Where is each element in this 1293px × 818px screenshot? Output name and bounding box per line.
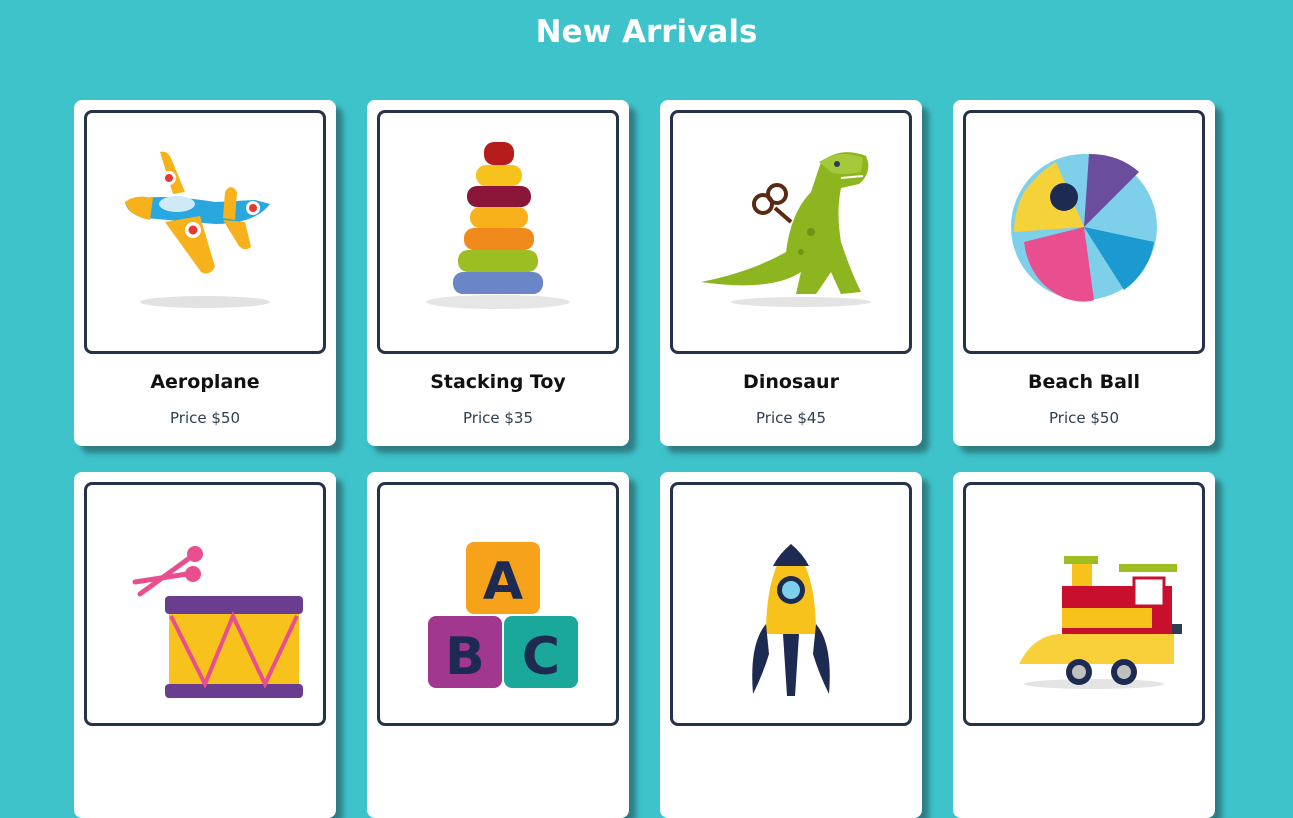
product-card-beach-ball[interactable]: Beach Ball Price $50 bbox=[953, 100, 1215, 446]
product-card-abc-blocks[interactable]: A B C bbox=[367, 472, 629, 818]
product-image-frame bbox=[963, 482, 1205, 726]
abc-blocks-icon: A B C bbox=[428, 542, 578, 688]
product-image-frame bbox=[963, 110, 1205, 354]
drum-icon bbox=[132, 546, 303, 698]
product-card-toy-train[interactable] bbox=[953, 472, 1215, 818]
page-title: New Arrivals bbox=[535, 14, 758, 50]
product-image-frame bbox=[670, 482, 912, 726]
product-image-frame bbox=[84, 482, 326, 726]
product-image-frame bbox=[84, 110, 326, 354]
svg-text:B: B bbox=[445, 627, 485, 687]
product-price: Price $50 bbox=[170, 409, 240, 427]
product-name: Stacking Toy bbox=[430, 371, 566, 393]
product-card-aeroplane[interactable]: Aeroplane Price $50 bbox=[74, 100, 336, 446]
product-name: Beach Ball bbox=[1028, 371, 1140, 393]
svg-text:A: A bbox=[483, 552, 523, 612]
product-card-drum[interactable] bbox=[74, 472, 336, 818]
toy-train-icon bbox=[1019, 556, 1182, 689]
product-name: Aeroplane bbox=[150, 371, 260, 393]
stacking-rings-icon bbox=[426, 142, 570, 309]
product-image-frame bbox=[377, 110, 619, 354]
svg-text:C: C bbox=[522, 627, 560, 687]
product-card-rocket[interactable] bbox=[660, 472, 922, 818]
rocket-icon bbox=[752, 544, 830, 696]
product-grid: Aeroplane Price $50 Stacking Toy Price $… bbox=[74, 100, 1215, 818]
product-name: Dinosaur bbox=[743, 371, 839, 393]
product-card-stacking-toy[interactable]: Stacking Toy Price $35 bbox=[367, 100, 629, 446]
product-card-dinosaur[interactable]: Dinosaur Price $45 bbox=[660, 100, 922, 446]
aeroplane-icon bbox=[125, 151, 270, 308]
product-image-frame bbox=[670, 110, 912, 354]
product-price: Price $45 bbox=[756, 409, 826, 427]
dinosaur-icon bbox=[701, 152, 871, 307]
product-price: Price $35 bbox=[463, 409, 533, 427]
beach-ball-icon bbox=[1011, 154, 1157, 302]
product-price: Price $50 bbox=[1049, 409, 1119, 427]
product-image-frame: A B C bbox=[377, 482, 619, 726]
